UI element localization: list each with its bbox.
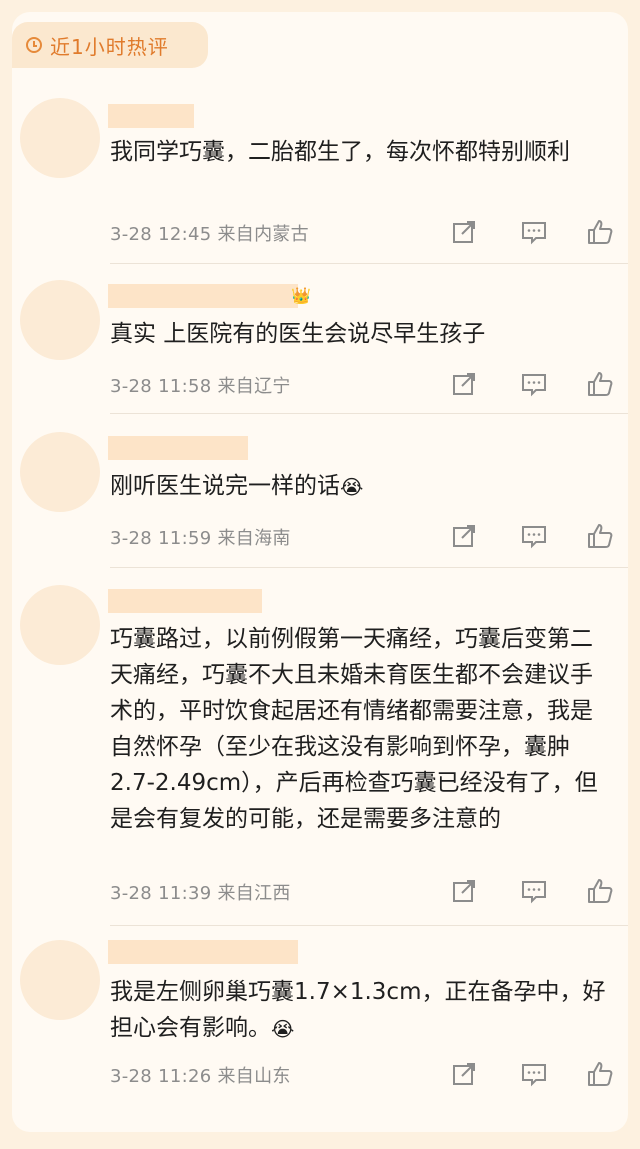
comment-item: 我是左侧卵巢巧囊1.7×1.3cm，正在备孕中，好担心会有影响。😭 3-28 1… [12, 940, 628, 1120]
section-header: 近1小时热评 [12, 22, 208, 68]
like-icon[interactable] [586, 877, 614, 905]
username-redacted[interactable] [108, 940, 298, 964]
comment-time: 3-28 12:45 [110, 224, 212, 245]
avatar[interactable] [20, 432, 100, 512]
comment-text: 我是左侧卵巢巧囊1.7×1.3cm，正在备孕中，好担心会有影响。😭 [110, 974, 610, 1046]
comment-icon[interactable] [520, 1060, 548, 1088]
comment-actions [450, 877, 620, 907]
divider [110, 567, 628, 568]
crying-emoji-icon: 😭 [271, 1016, 295, 1041]
comment-meta: 3-28 11:58 来自辽宁 [110, 372, 291, 398]
comment-item: 我同学巧囊，二胎都生了，每次怀都特别顺利 3-28 12:45 来自内蒙古 [12, 98, 628, 258]
avatar[interactable] [20, 585, 100, 665]
comment-meta: 3-28 11:26 来自山东 [110, 1062, 291, 1088]
comment-actions [450, 1060, 620, 1090]
avatar[interactable] [20, 280, 100, 360]
comment-actions [450, 218, 620, 248]
share-icon[interactable] [450, 522, 478, 550]
comment-meta: 3-28 11:39 来自江西 [110, 879, 291, 905]
comment-icon[interactable] [520, 877, 548, 905]
divider [110, 263, 628, 264]
share-icon[interactable] [450, 877, 478, 905]
comment-text: 巧囊路过，以前例假第一天痛经，巧囊后变第二天痛经，巧囊不大且未婚未育医生都不会建… [110, 626, 598, 832]
like-icon[interactable] [586, 1060, 614, 1088]
comment-item: 刚听医生说完一样的话😭 3-28 11:59 来自海南 [12, 432, 628, 562]
divider [110, 413, 628, 414]
comment-meta: 3-28 12:45 来自内蒙古 [110, 220, 309, 246]
like-icon[interactable] [586, 370, 614, 398]
comment-text: 我同学巧囊，二胎都生了，每次怀都特别顺利 [110, 139, 570, 165]
comment-icon[interactable] [520, 522, 548, 550]
comment-meta: 3-28 11:59 来自海南 [110, 524, 291, 550]
avatar[interactable] [20, 940, 100, 1020]
comment-location: 来自江西 [217, 883, 291, 904]
comment-location: 来自海南 [217, 528, 291, 549]
divider [110, 925, 628, 926]
share-icon[interactable] [450, 1060, 478, 1088]
clock-icon [26, 37, 42, 53]
comment-location: 来自山东 [217, 1066, 291, 1087]
username-redacted[interactable] [108, 436, 248, 460]
comment-icon[interactable] [520, 218, 548, 246]
comment-time: 3-28 11:39 [110, 883, 212, 904]
share-icon[interactable] [450, 370, 478, 398]
comment-time: 3-28 11:26 [110, 1066, 212, 1087]
comment-text-body: 我是左侧卵巢巧囊1.7×1.3cm，正在备孕中，好担心会有影响。 [110, 979, 606, 1041]
comment-text: 刚听医生说完一样的话😭 [110, 468, 610, 504]
comment-location: 来自辽宁 [217, 376, 291, 397]
comment-item: 巧囊路过，以前例假第一天痛经，巧囊后变第二天痛经，巧囊不大且未婚未育医生都不会建… [12, 585, 628, 925]
comment-icon[interactable] [520, 370, 548, 398]
share-icon[interactable] [450, 218, 478, 246]
like-icon[interactable] [586, 218, 614, 246]
comment-text-body: 刚听医生说完一样的话 [110, 473, 340, 499]
comment-item: 👑 真实 上医院有的医生会说尽早生孩子 3-28 11:58 来自辽宁 [12, 280, 628, 410]
like-icon[interactable] [586, 522, 614, 550]
username-redacted[interactable] [108, 589, 262, 613]
crying-emoji-icon: 😭 [340, 474, 364, 499]
username-redacted[interactable] [108, 104, 194, 128]
comment-text: 真实 上医院有的医生会说尽早生孩子 [110, 321, 486, 347]
comment-time: 3-28 11:59 [110, 528, 212, 549]
comment-actions [450, 522, 620, 552]
crown-icon: 👑 [291, 286, 311, 305]
avatar[interactable] [20, 98, 100, 178]
comment-actions [450, 370, 620, 400]
section-title: 近1小时热评 [50, 34, 169, 59]
username-redacted[interactable] [108, 284, 298, 308]
comment-location: 来自内蒙古 [217, 224, 309, 245]
comment-time: 3-28 11:58 [110, 376, 212, 397]
